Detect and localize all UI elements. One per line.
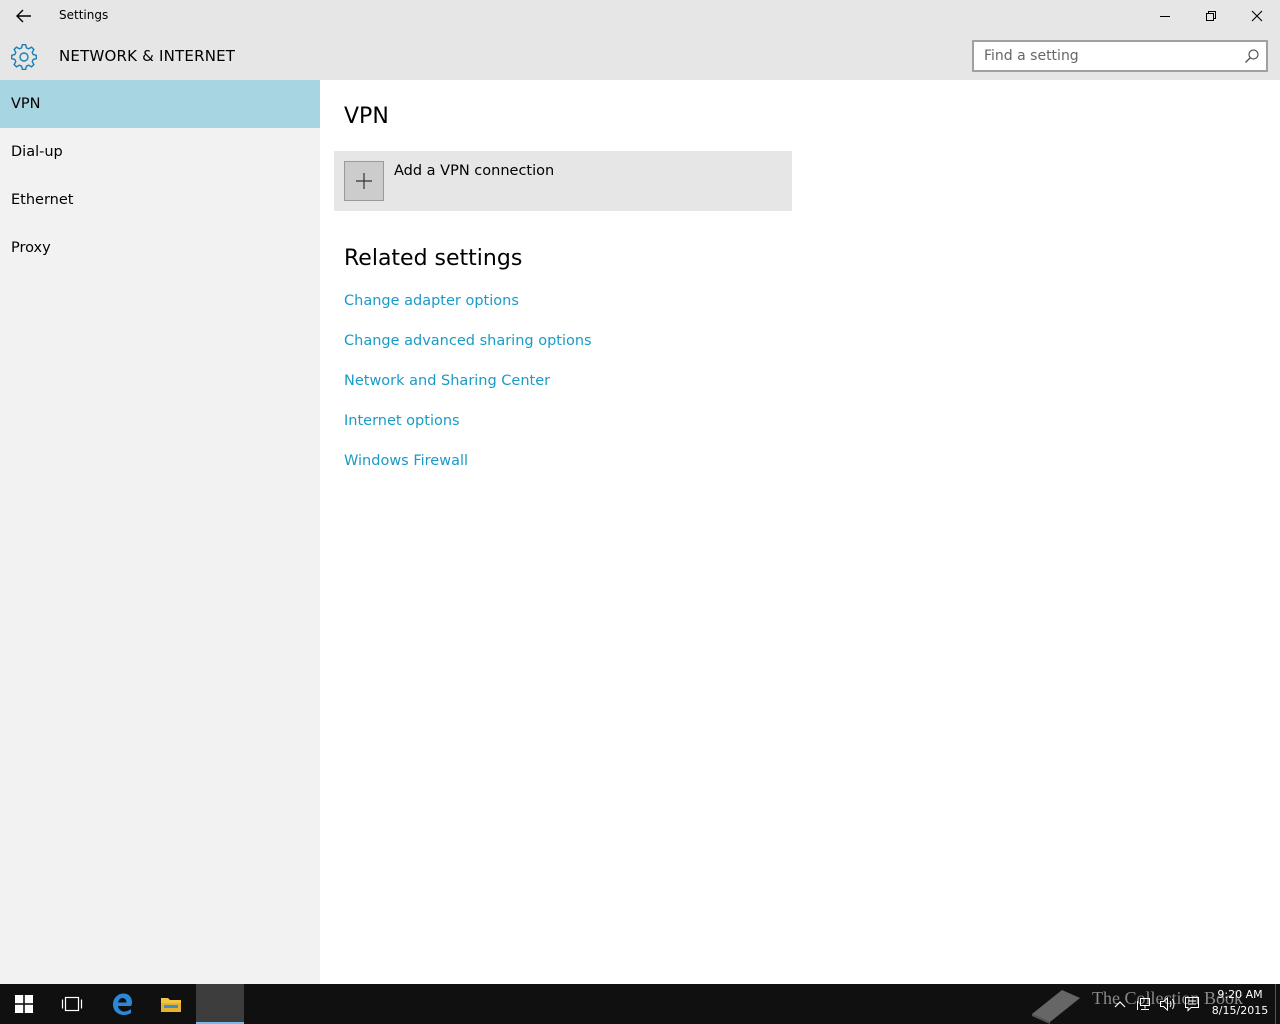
window-title: Settings (59, 8, 109, 22)
edge-browser-button[interactable] (98, 984, 146, 1024)
back-arrow-icon (16, 9, 31, 23)
close-button[interactable] (1234, 0, 1280, 32)
minimize-button[interactable] (1142, 0, 1188, 32)
plus-icon (356, 173, 372, 189)
gear-icon (11, 43, 37, 70)
search-box[interactable] (972, 40, 1268, 72)
taskbar: The Collection Book 9:20 AM 8/15/2015 (0, 984, 1280, 1024)
sidebar-item-proxy[interactable]: Proxy (0, 224, 320, 272)
windows-logo-icon (15, 995, 33, 1013)
link-windows-firewall[interactable]: Windows Firewall (344, 453, 468, 469)
show-desktop-button[interactable] (1275, 984, 1280, 1024)
main-content: VPN Add a VPN connection Related setting… (320, 80, 1280, 984)
volume-tray-button[interactable] (1158, 994, 1178, 1014)
network-icon (1137, 998, 1150, 1010)
file-explorer-button[interactable] (147, 984, 195, 1024)
chevron-up-icon (1114, 1001, 1126, 1008)
action-center-button[interactable] (1182, 994, 1202, 1014)
speaker-icon (1160, 996, 1175, 1012)
edge-browser-icon (113, 993, 132, 1015)
show-hidden-icons-button[interactable] (1110, 994, 1130, 1014)
restore-icon (1206, 11, 1216, 21)
task-view-button[interactable] (48, 984, 96, 1024)
add-vpn-label: Add a VPN connection (394, 163, 555, 179)
link-network-and-sharing-center[interactable]: Network and Sharing Center (344, 373, 550, 389)
related-settings-title: Related settings (344, 246, 523, 271)
sidebar-item-vpn[interactable]: VPN (0, 80, 320, 128)
category-title: NETWORK & INTERNET (59, 47, 236, 65)
search-icon[interactable] (1244, 48, 1260, 64)
settings-taskbar-button[interactable] (196, 984, 244, 1024)
link-internet-options[interactable]: Internet options (344, 413, 460, 429)
link-change-adapter-options[interactable]: Change adapter options (344, 293, 519, 309)
add-vpn-connection-button[interactable]: Add a VPN connection (334, 151, 792, 211)
sidebar-item-ethernet[interactable]: Ethernet (0, 176, 320, 224)
book-watermark-icon (1032, 990, 1080, 1024)
page-title: VPN (344, 104, 389, 129)
start-button[interactable] (0, 984, 48, 1024)
close-icon (1251, 10, 1263, 22)
restore-button[interactable] (1188, 0, 1234, 32)
clock-time[interactable]: 9:20 AM (1210, 988, 1270, 1001)
sidebar-item-dial-up[interactable]: Dial-up (0, 128, 320, 176)
action-center-icon (1185, 997, 1199, 1012)
title-bar: Settings (0, 0, 1280, 32)
search-input[interactable] (974, 42, 1234, 70)
back-button[interactable] (0, 0, 48, 32)
settings-header: NETWORK & INTERNET (0, 32, 1280, 80)
clock-date[interactable]: 8/15/2015 (1210, 1004, 1270, 1017)
add-vpn-tile (344, 161, 384, 201)
folder-icon (161, 998, 181, 1012)
link-change-advanced-sharing-options[interactable]: Change advanced sharing options (344, 333, 592, 349)
sidebar: VPN Dial-up Ethernet Proxy (0, 80, 320, 984)
minimize-icon (1160, 16, 1170, 17)
network-tray-button[interactable] (1134, 994, 1154, 1014)
task-view-icon (61, 996, 83, 1012)
